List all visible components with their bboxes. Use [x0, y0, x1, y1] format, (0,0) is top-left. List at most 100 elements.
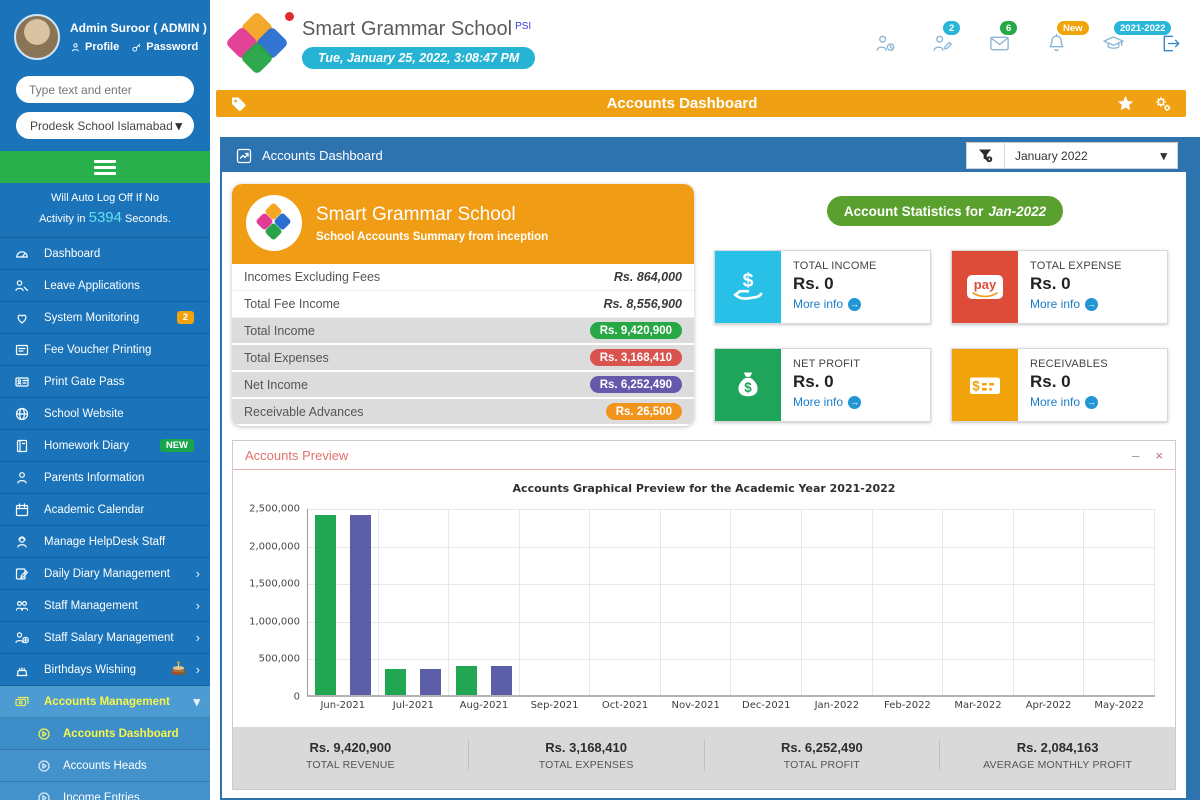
- x-axis-tick-label: Jul-2021: [379, 700, 449, 711]
- svg-text:$: $: [972, 379, 980, 394]
- panel-title: Accounts Dashboard: [262, 148, 966, 163]
- minimize-icon[interactable]: –: [1132, 449, 1139, 462]
- chevron-right-icon: ›: [196, 598, 200, 613]
- profile-link[interactable]: Profile: [70, 41, 119, 53]
- stat-card-receivables: $RECEIVABLESRs. 0More info→: [951, 348, 1168, 422]
- favorite-star-icon[interactable]: [1117, 95, 1134, 112]
- stat-card-label: TOTAL EXPENSE: [1030, 260, 1122, 272]
- system-monitoring-icon: [14, 309, 31, 326]
- user-edit-icon[interactable]: 2: [931, 32, 954, 55]
- summary-row-value-pill: Rs. 26,500: [606, 403, 682, 420]
- header-badge: 6: [1000, 21, 1017, 35]
- sidebar-item-label: Birthdays Wishing: [44, 664, 169, 676]
- x-axis-tick-label: Mar-2022: [943, 700, 1013, 711]
- footer-stat-value: Rs. 2,084,163: [940, 740, 1175, 755]
- sidebar-subitem-label: Accounts Dashboard: [63, 728, 200, 740]
- month-select[interactable]: January 2022 ▾: [1005, 143, 1177, 168]
- money-bag-icon: $: [715, 349, 781, 421]
- more-info-link[interactable]: More info→: [1030, 395, 1108, 409]
- sidebar-item-manage-helpdesk-staff[interactable]: Manage HelpDesk Staff: [0, 526, 210, 558]
- sidebar-item-daily-diary-management[interactable]: Daily Diary Management›: [0, 558, 210, 590]
- sidebar-item-birthdays-wishing[interactable]: Birthdays Wishing›: [0, 654, 210, 686]
- svg-text:$: $: [743, 269, 754, 291]
- dashboard-panel: Accounts Dashboard January 2022 ▾: [220, 137, 1200, 800]
- x-axis-tick-label: Jun-2021: [308, 700, 378, 711]
- footer-stat: Rs. 3,168,410TOTAL EXPENSES: [469, 740, 705, 771]
- summary-row-label: Total Expenses: [244, 351, 590, 365]
- month-group: Jan-2022: [802, 509, 873, 695]
- sidebar-item-staff-salary-management[interactable]: Staff Salary Management›: [0, 622, 210, 654]
- sidebar-item-label: Leave Applications: [44, 280, 200, 292]
- x-axis-tick-label: Oct-2021: [590, 700, 660, 711]
- circle-play-icon: [36, 725, 53, 742]
- summary-row-value-pill: Rs. 9,420,900: [590, 322, 682, 339]
- summary-subtitle: School Accounts Summary from inception: [316, 231, 548, 243]
- stat-card-value: Rs. 0: [1030, 274, 1122, 294]
- bar-income: [385, 669, 406, 695]
- close-icon[interactable]: ×: [1155, 449, 1163, 462]
- summary-row: Total IncomeRs. 9,420,900: [232, 318, 694, 345]
- sidebar-item-leave-applications[interactable]: Leave Applications: [0, 270, 210, 302]
- arrow-right-icon: →: [1085, 298, 1098, 311]
- sidebar-item-print-gate-pass[interactable]: Print Gate Pass: [0, 366, 210, 398]
- sidebar-item-system-monitoring[interactable]: System Monitoring2: [0, 302, 210, 334]
- summary-row-value-pill: Rs. 6,252,490: [590, 376, 682, 393]
- parents-icon: [14, 469, 31, 486]
- mail-icon[interactable]: 6: [988, 32, 1011, 55]
- month-group: Aug-2021: [449, 509, 520, 695]
- graduation-cap-icon[interactable]: 2021-2022: [1102, 32, 1125, 55]
- sidebar-subitem-label: Accounts Heads: [63, 760, 200, 772]
- statistics-month: Jan-2022: [988, 204, 1046, 219]
- salary-icon: [14, 629, 31, 646]
- more-info-link[interactable]: More info→: [793, 297, 876, 311]
- header-icons: 2 6 New 2021-2022: [874, 32, 1182, 55]
- sidebar-item-fee-voucher-printing[interactable]: Fee Voucher Printing: [0, 334, 210, 366]
- notification-dot-icon: [285, 12, 294, 21]
- search-input[interactable]: [16, 76, 194, 103]
- y-axis-tick-label: 2,000,000: [230, 541, 300, 552]
- sidebar-item-dashboard[interactable]: Dashboard: [0, 238, 210, 270]
- logoff-seconds: 5394: [89, 209, 122, 226]
- brand: Smart Grammar SchoolPSI Tue, January 25,…: [224, 10, 535, 76]
- sidebar-item-label: System Monitoring: [44, 312, 177, 324]
- sidebar-item-staff-management[interactable]: Staff Management›: [0, 590, 210, 622]
- sidebar-item-label: School Website: [44, 408, 200, 420]
- birthday-icon: [14, 661, 31, 678]
- filter-button[interactable]: [967, 143, 1005, 168]
- accounts-icon: [14, 693, 31, 710]
- chevron-down-icon: ▾: [1160, 148, 1167, 164]
- sidebar-item-label: Homework Diary: [44, 440, 160, 452]
- password-link[interactable]: Password: [131, 41, 198, 53]
- user-clock-icon[interactable]: [874, 32, 897, 55]
- sidebar-item-homework-diary[interactable]: Homework DiaryNEW: [0, 430, 210, 462]
- more-info-link[interactable]: More info→: [793, 395, 861, 409]
- more-info-link[interactable]: More info→: [1030, 297, 1122, 311]
- logout-icon[interactable]: [1159, 32, 1182, 55]
- globe-icon: [14, 405, 31, 422]
- stat-card-content: NET PROFITRs. 0More info→: [781, 349, 861, 421]
- sidebar-item-academic-calendar[interactable]: Academic Calendar: [0, 494, 210, 526]
- sidebar-item-parents-information[interactable]: Parents Information: [0, 462, 210, 494]
- sidebar-subitem-income-entries[interactable]: Income Entries: [0, 782, 210, 800]
- profile-section: Admin Suroor ( ADMIN ) Profile Password: [0, 0, 210, 70]
- sidebar-subitem-accounts-dashboard[interactable]: Accounts Dashboard: [0, 718, 210, 750]
- funnel-icon: [977, 147, 994, 164]
- sidebar-subitem-accounts-heads[interactable]: Accounts Heads: [0, 750, 210, 782]
- stat-card-value: Rs. 0: [793, 372, 861, 392]
- summary-row-value: Rs. 864,000: [614, 270, 682, 284]
- page-title: Accounts Dashboard: [247, 95, 1117, 112]
- school-select[interactable]: Prodesk School Islamabad ▾: [16, 112, 194, 139]
- footer-stat-value: Rs. 3,168,410: [469, 740, 704, 755]
- summary-row-label: Receivable Advances: [244, 405, 606, 419]
- sidebar-item-school-website[interactable]: School Website: [0, 398, 210, 430]
- summary-row-label: Incomes Excluding Fees: [244, 270, 614, 284]
- settings-gears-icon[interactable]: [1154, 95, 1172, 113]
- sidebar-item-label: Fee Voucher Printing: [44, 344, 200, 356]
- bell-icon[interactable]: New: [1045, 32, 1068, 55]
- footer-stat-value: Rs. 6,252,490: [705, 740, 940, 755]
- sidebar-item-accounts-management[interactable]: Accounts Management▾: [0, 686, 210, 718]
- avatar[interactable]: [14, 14, 60, 60]
- main-area: Smart Grammar SchoolPSI Tue, January 25,…: [210, 0, 1200, 800]
- bar-profit: [420, 669, 441, 695]
- sidebar-collapse-button[interactable]: [0, 151, 210, 183]
